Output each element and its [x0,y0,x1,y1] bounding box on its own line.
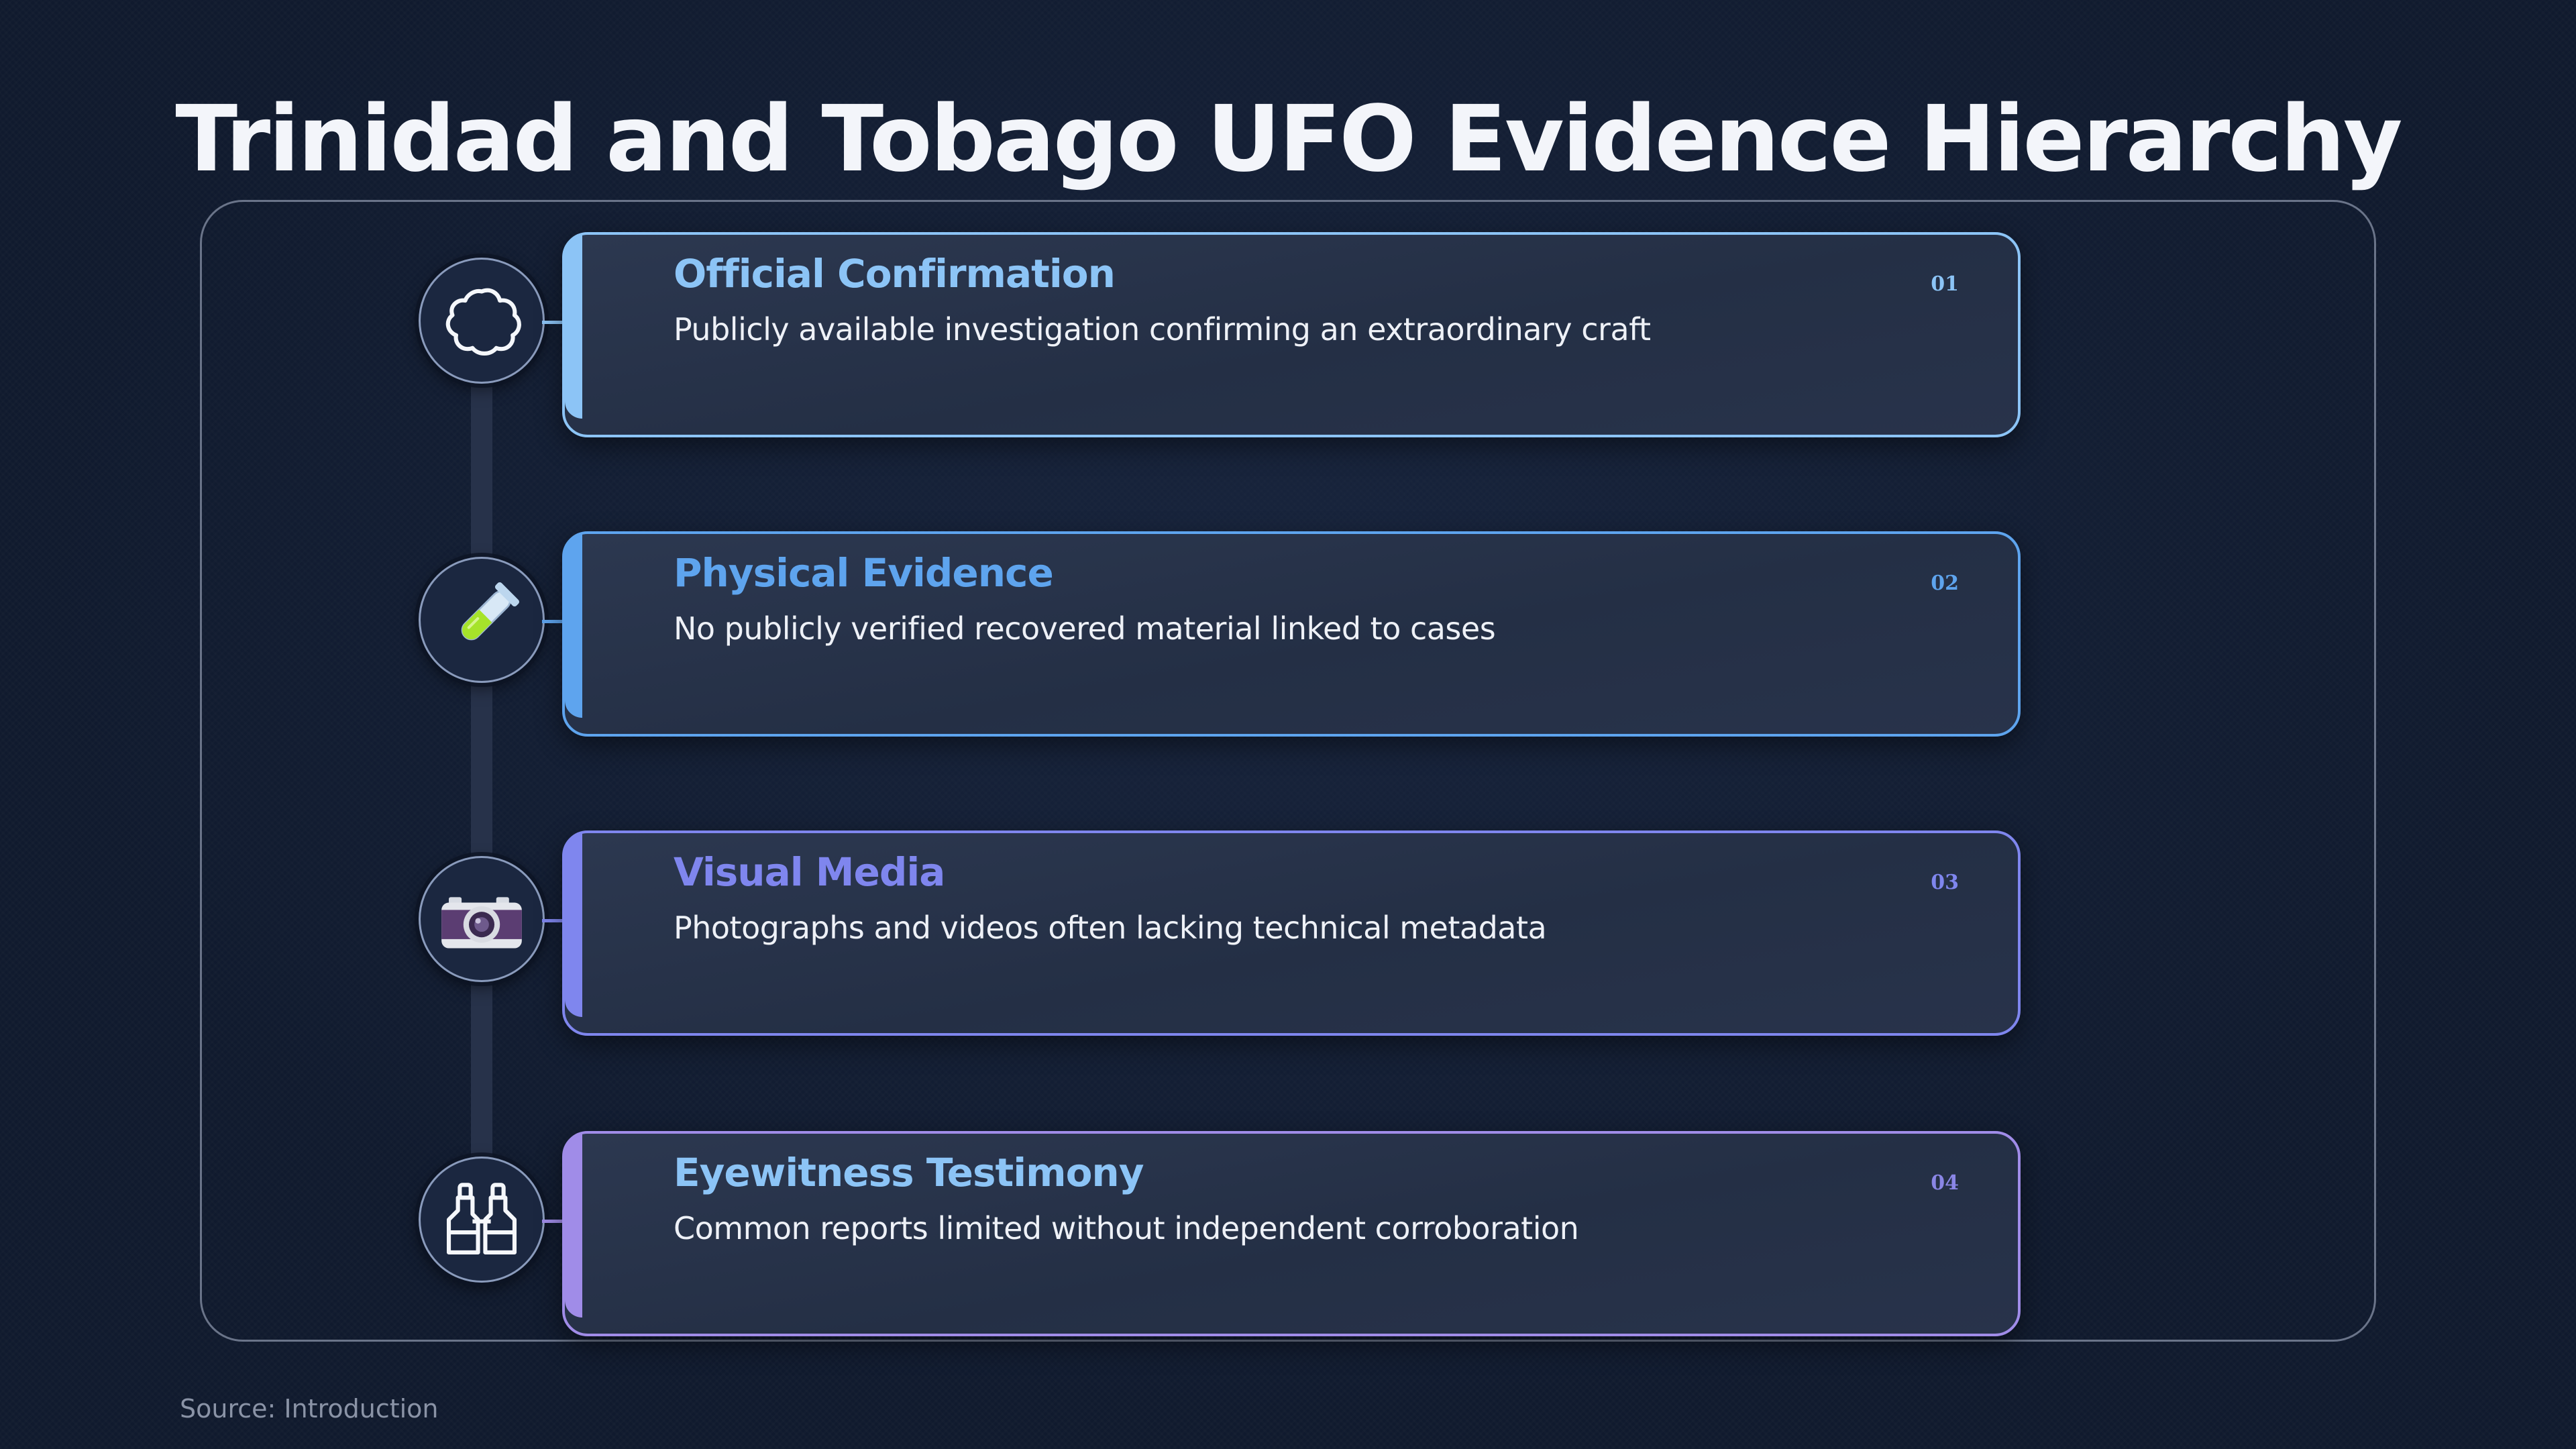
cloud-icon [445,288,521,356]
card-title: Official Confirmation [674,251,1116,297]
node-official-confirmation [419,258,545,384]
card-number: 03 [1931,871,1959,894]
binoculars-icon [446,1183,517,1255]
card-accent-bar [565,1134,582,1318]
card-eyewitness-testimony: Eyewitness Testimony Common reports limi… [562,1131,2021,1336]
card-number: 02 [1931,572,1959,595]
card-description: Publicly available investigation confirm… [674,311,1651,347]
connector-2 [542,620,564,623]
card-description: No publicly verified recovered material … [674,610,1496,647]
camera-icon [441,897,522,949]
timeline-spine [471,315,492,1228]
card-number: 04 [1931,1171,1959,1195]
page-title: Trinidad and Tobago UFO Evidence Hierarc… [175,87,2402,193]
card-title: Eyewitness Testimony [674,1150,1144,1195]
card-physical-evidence: Physical Evidence No publicly verified r… [562,531,2021,737]
card-accent-bar [565,235,582,419]
test-tube-icon [461,582,520,641]
source-note: Source: Introduction [180,1394,439,1424]
connector-4 [542,1220,564,1223]
card-official-confirmation: Official Confirmation Publicly available… [562,232,2021,437]
card-description: Photographs and videos often lacking tec… [674,910,1547,946]
card-accent-bar [565,833,582,1017]
node-visual-media [419,856,545,982]
card-visual-media: Visual Media Photographs and videos ofte… [562,830,2021,1036]
connector-3 [542,919,564,922]
card-accent-bar [565,534,582,718]
node-physical-evidence [419,557,545,683]
card-title: Visual Media [674,849,945,895]
card-number: 01 [1931,272,1959,296]
card-title: Physical Evidence [674,550,1054,596]
connector-1 [542,321,564,324]
node-eyewitness-testimony [419,1157,545,1283]
card-description: Common reports limited without independe… [674,1210,1579,1246]
